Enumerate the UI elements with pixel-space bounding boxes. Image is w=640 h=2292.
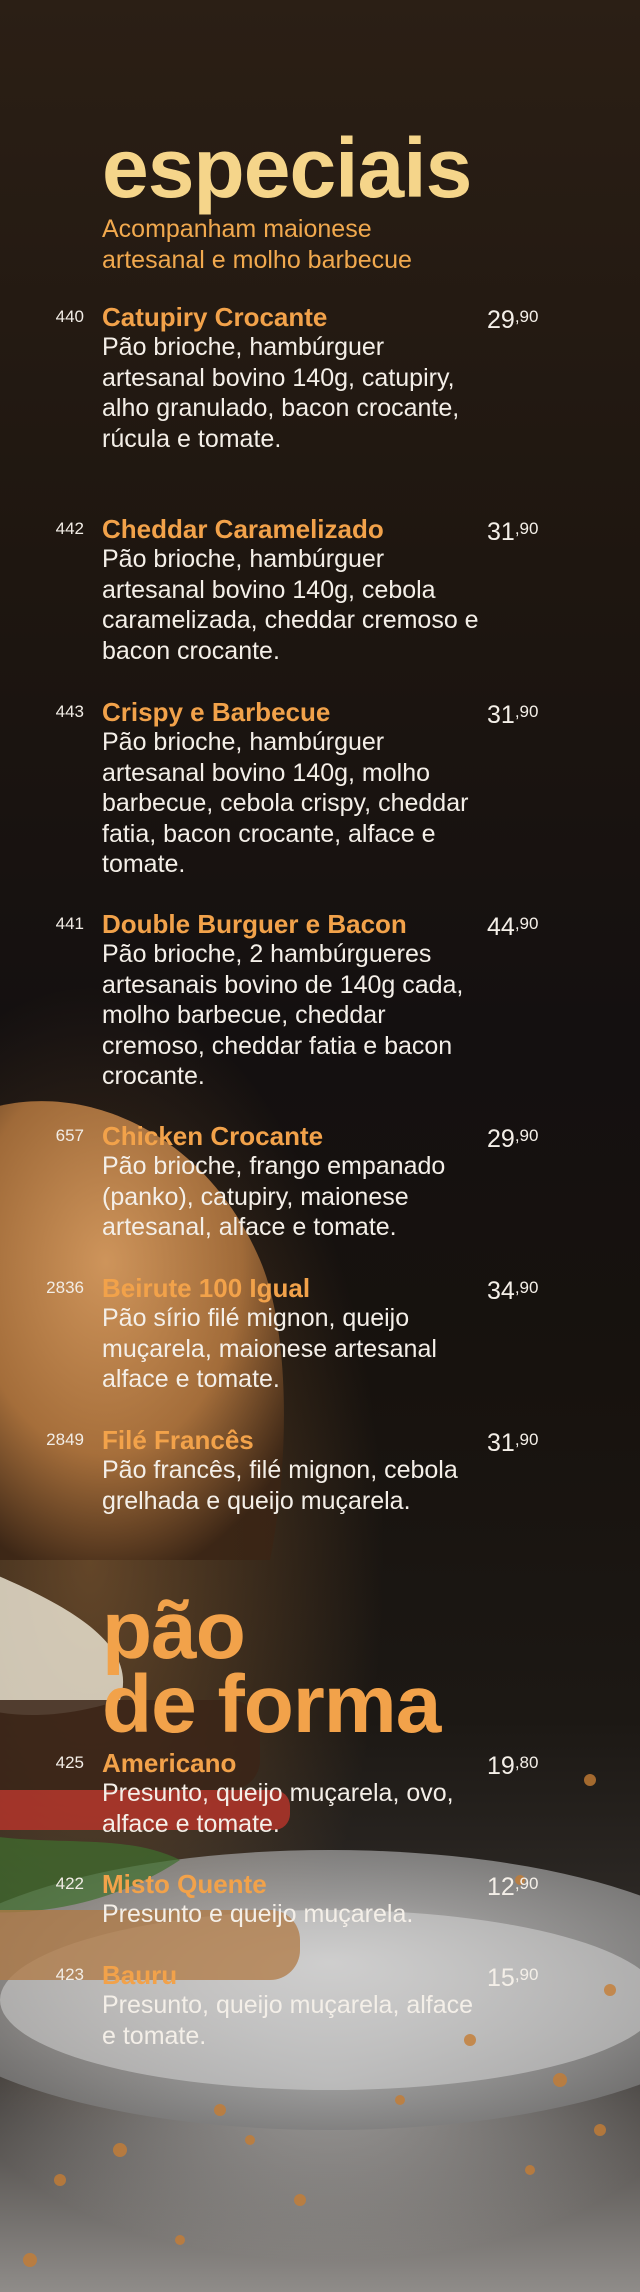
item-description: Presunto, queijo muçarela, alface e toma… <box>102 1991 474 2050</box>
item-description: Presunto, queijo muçarela, ovo, alface e… <box>102 1779 454 1838</box>
section-title-line: pão <box>102 1585 246 1676</box>
item-name: Crispy e Barbecue <box>102 697 331 727</box>
section-title-line: de forma <box>102 1659 441 1750</box>
item-code: 441 <box>55 914 84 933</box>
menu-item: 422 Misto Quente 12,90 Presunto e queijo… <box>0 1869 640 1929</box>
menu-item: 657 Chicken Crocante 29,90 Pão brioche, … <box>0 1121 640 1241</box>
menu-item: 2836 Beirute 100 Igual 34,90 Pão sírio f… <box>0 1273 640 1393</box>
item-code: 423 <box>55 1965 84 1984</box>
item-description: Pão brioche, frango empanado (panko), ca… <box>102 1152 446 1241</box>
item-description: Pão sírio filé mignon, queijo muçarela, … <box>102 1304 437 1393</box>
item-description: Pão brioche, hambúrguer artesanal bovino… <box>102 728 469 878</box>
item-description: Pão brioche, hambúrguer artesanal bovino… <box>102 333 460 453</box>
item-description: Pão francês, filé mignon, cebola grelhad… <box>102 1456 458 1515</box>
item-price: 44,90 <box>487 913 539 941</box>
item-code: 443 <box>55 702 84 721</box>
menu-item: 2849 Filé Francês 31,90 Pão francês, fil… <box>0 1425 640 1545</box>
item-price: 31,90 <box>487 518 539 546</box>
item-code: 657 <box>55 1126 84 1145</box>
item-price: 29,90 <box>487 306 539 334</box>
item-price: 19,80 <box>487 1752 539 1780</box>
item-name: Beirute 100 Igual <box>102 1273 311 1303</box>
item-code: 442 <box>55 519 84 538</box>
item-description: Presunto e queijo muçarela. <box>102 1900 414 1928</box>
item-description: Pão brioche, hambúrguer artesanal bovino… <box>102 545 479 665</box>
item-name: Americano <box>102 1748 237 1778</box>
item-name: Misto Quente <box>102 1869 267 1899</box>
item-name: Bauru <box>102 1960 178 1990</box>
item-description: Pão brioche, 2 hambúrgueres artesanais b… <box>102 940 464 1090</box>
item-price: 31,90 <box>487 1429 539 1457</box>
item-price: 12,90 <box>487 1873 539 1901</box>
menu-item: 441 Double Burguer e Bacon 44,90 Pão bri… <box>0 909 640 1090</box>
item-name: Cheddar Caramelizado <box>102 514 384 544</box>
menu-item: 443 Crispy e Barbecue 31,90 Pão brioche,… <box>0 697 640 878</box>
item-price: 31,90 <box>487 701 539 729</box>
item-name: Chicken Crocante <box>102 1121 324 1151</box>
item-code: 2849 <box>46 1430 84 1449</box>
item-code: 422 <box>55 1874 84 1893</box>
item-code: 2836 <box>46 1278 84 1297</box>
item-name: Filé Francês <box>102 1425 254 1455</box>
item-price: 29,90 <box>487 1125 539 1153</box>
menu-item: 423 Bauru 15,90 Presunto, queijo muçarel… <box>0 1960 640 2050</box>
item-code: 425 <box>55 1753 84 1772</box>
item-code: 440 <box>55 307 84 326</box>
item-name: Catupiry Crocante <box>102 302 328 332</box>
item-name: Double Burguer e Bacon <box>102 909 407 939</box>
section-subtitle: Acompanham maionese artesanal e molho ba… <box>102 215 412 274</box>
menu-item: 425 Americano 19,80 Presunto, queijo muç… <box>0 1748 640 1838</box>
item-price: 15,90 <box>487 1964 539 1992</box>
menu-item: 442 Cheddar Caramelizado 31,90 Pão brioc… <box>0 514 640 665</box>
section-title-especiais: especiais <box>102 121 472 215</box>
section-title-pao-de-forma: pão de forma <box>102 1585 441 1750</box>
menu-item: 440 Catupiry Crocante 29,90 Pão brioche,… <box>0 302 640 482</box>
item-price: 34,90 <box>487 1277 539 1305</box>
